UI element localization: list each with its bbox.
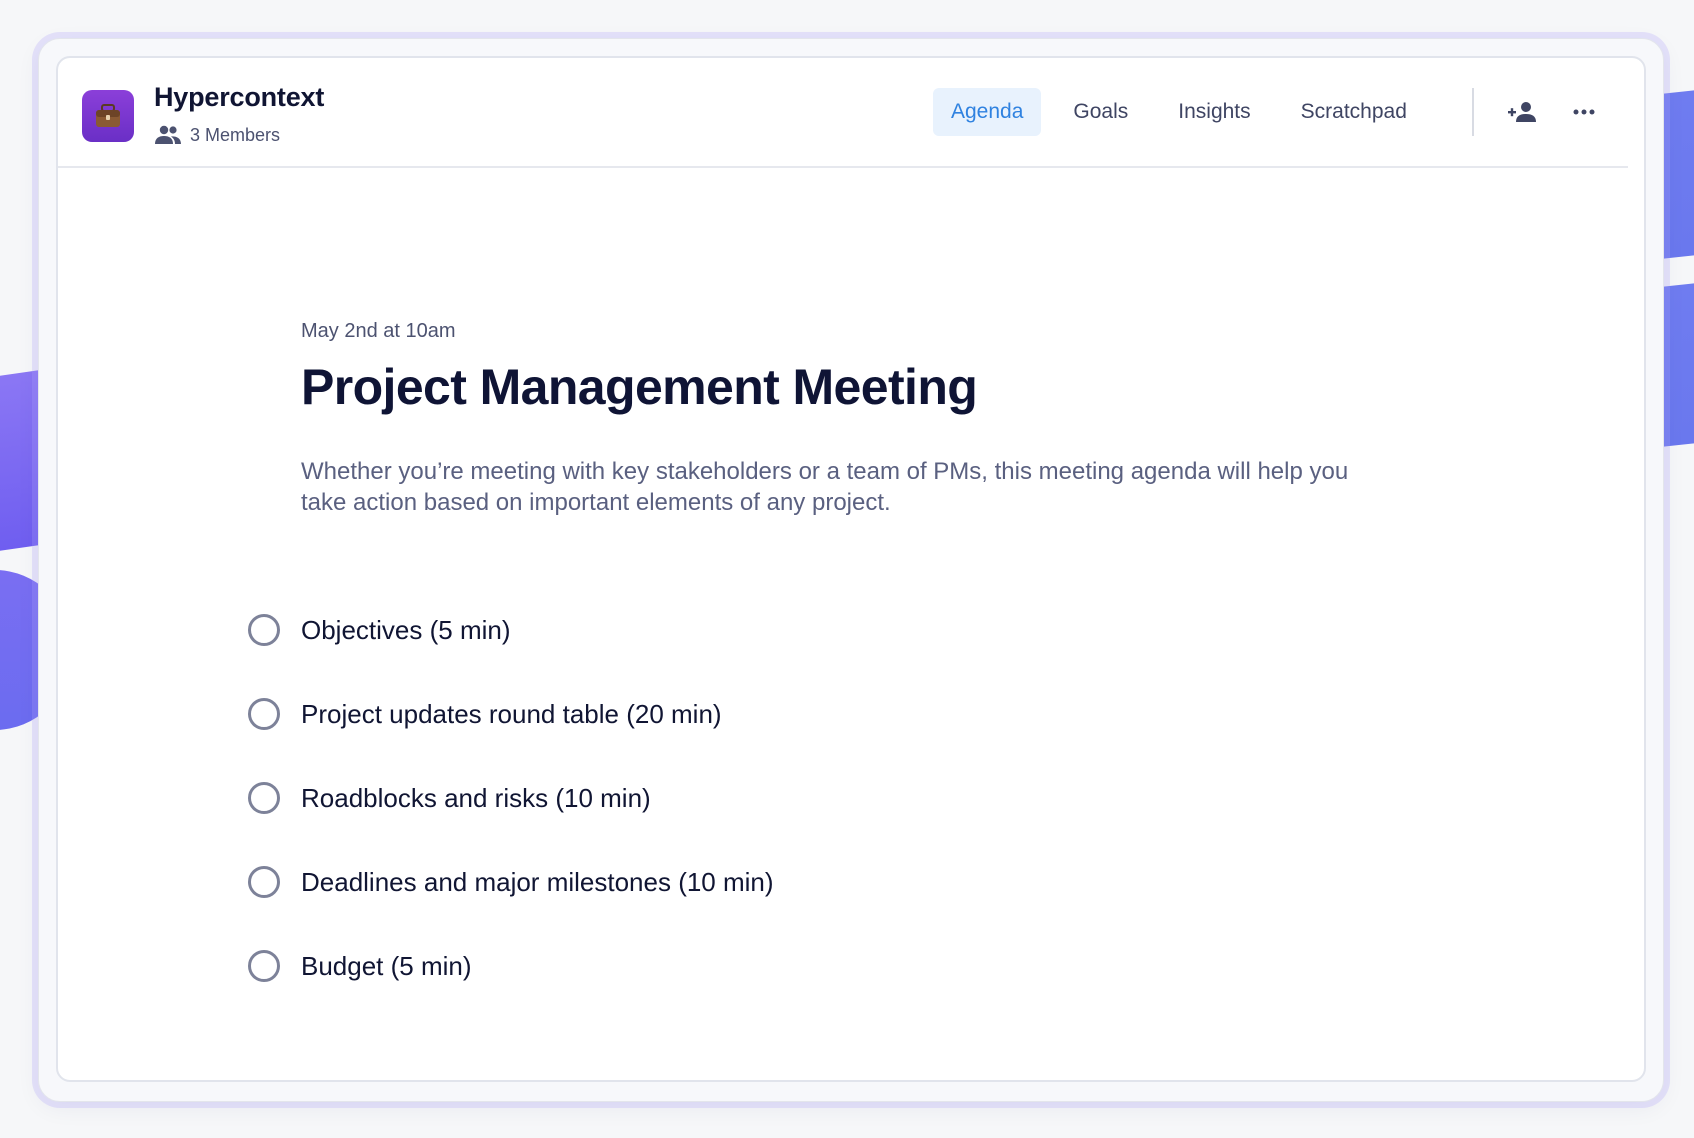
agenda-item-checkbox[interactable] [248, 950, 280, 982]
agenda-item-checkbox[interactable] [248, 782, 280, 814]
agenda-item[interactable]: Objectives (5 min) [248, 588, 1148, 672]
tab-scratchpad[interactable]: Scratchpad [1283, 88, 1425, 136]
agenda-item-checkbox[interactable] [248, 698, 280, 730]
agenda-item-label: Deadlines and major milestones (10 min) [301, 866, 774, 897]
agenda-item[interactable]: Deadlines and major milestones (10 min) [248, 840, 1148, 924]
agenda-item[interactable]: Roadblocks and risks (10 min) [248, 756, 1148, 840]
tab-goals[interactable]: Goals [1055, 88, 1146, 136]
members-label: 3 Members [190, 124, 281, 145]
meeting-title[interactable]: Project Management Meeting [301, 358, 978, 416]
header-divider [1472, 88, 1474, 136]
nav-tabs: Agenda Goals Insights Scratchpad [933, 88, 1439, 136]
meeting-content: May 2nd at 10am Project Management Meeti… [58, 170, 1644, 1080]
agenda-item[interactable]: Budget (5 min) [248, 924, 1148, 1008]
members-count[interactable]: 3 Members [154, 124, 280, 146]
briefcase-icon[interactable] [82, 90, 134, 142]
agenda-item-checkbox[interactable] [248, 866, 280, 898]
more-horizontal-icon [1573, 109, 1595, 115]
header: Hypercontext 3 Members Agenda Goals Insi… [58, 58, 1628, 168]
tab-agenda[interactable]: Agenda [933, 88, 1042, 136]
agenda-item-label: Project updates round table (20 min) [301, 698, 722, 729]
meeting-date: May 2nd at 10am [301, 320, 456, 342]
people-icon [154, 124, 182, 146]
agenda-item-label: Objectives (5 min) [301, 614, 511, 645]
tab-insights[interactable]: Insights [1160, 88, 1268, 136]
agenda-list: Objectives (5 min) Project updates round… [248, 588, 1148, 1008]
agenda-item[interactable]: Project updates round table (20 min) [248, 672, 1148, 756]
agenda-item-checkbox[interactable] [248, 614, 280, 646]
add-member-button[interactable] [1502, 92, 1542, 132]
page: Hypercontext 3 Members Agenda Goals Insi… [0, 0, 1694, 1138]
agenda-item-label: Budget (5 min) [301, 950, 472, 981]
app-window: Hypercontext 3 Members Agenda Goals Insi… [56, 56, 1646, 1082]
agenda-item-label: Roadblocks and risks (10 min) [301, 782, 651, 813]
app-title: Hypercontext [154, 82, 325, 112]
meeting-description[interactable]: Whether you’re meeting with key stakehol… [301, 456, 1381, 518]
add-person-icon [1508, 102, 1536, 122]
more-options-button[interactable] [1564, 92, 1604, 132]
